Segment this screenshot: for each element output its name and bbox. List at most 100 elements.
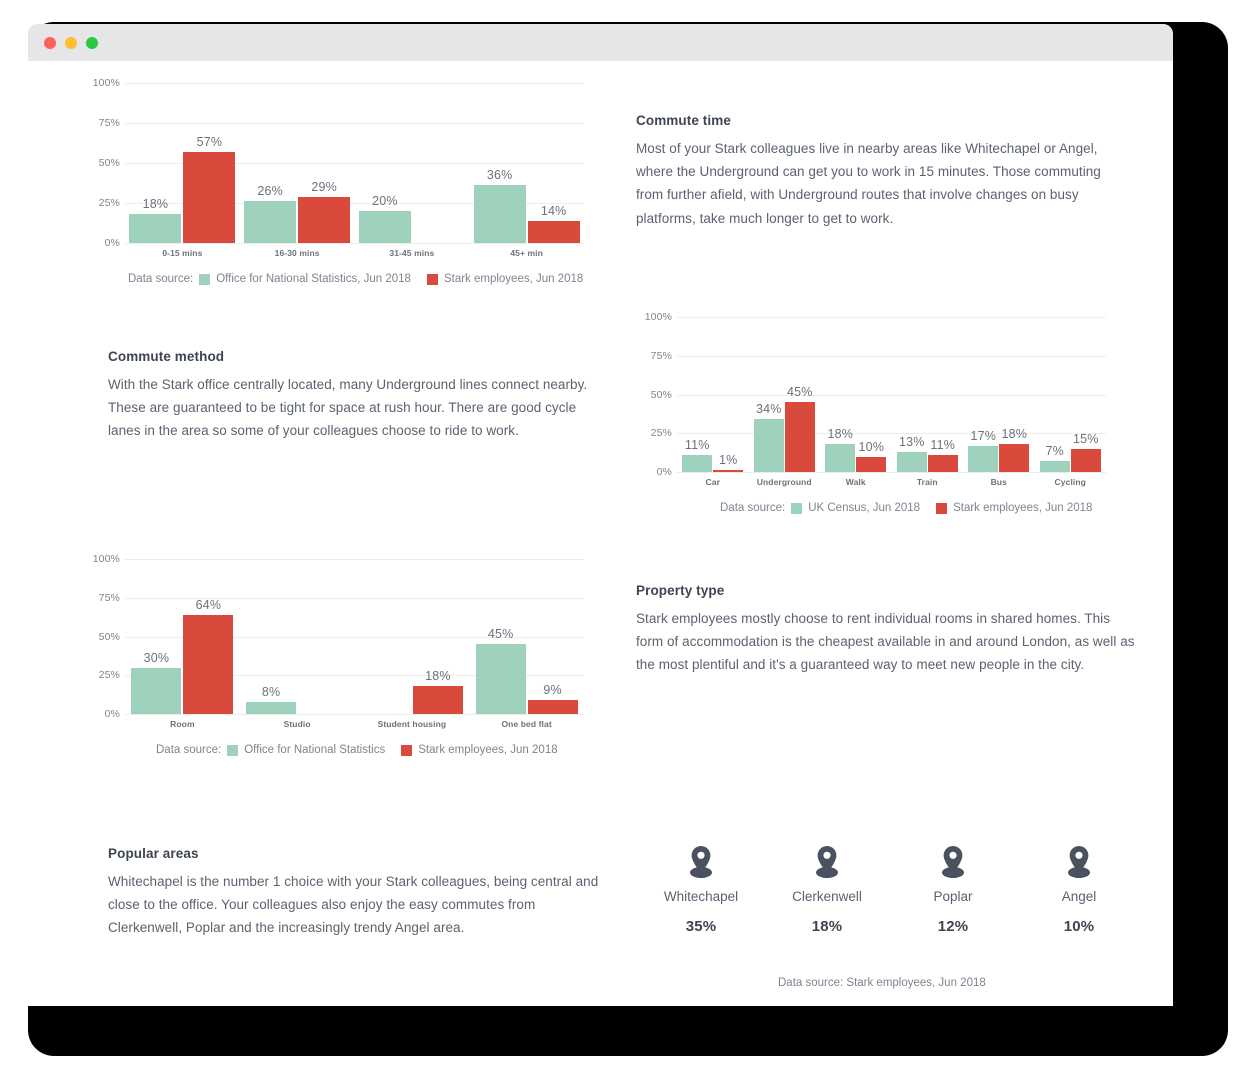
popular-area-value: 10% <box>1063 918 1095 935</box>
bar-series1 <box>896 451 927 472</box>
bar-value-label: 18% <box>425 669 451 684</box>
commute-time-text: Commute time Most of your Stark colleagu… <box>636 113 1126 230</box>
plot-area: 11% 1% 34% 45% 18% 10% 13% 11% 17% 18% 7% 15% <box>677 317 1106 472</box>
commute-method-body: With the Stark office centrally located,… <box>108 377 588 439</box>
popular-area-name: Angel <box>1061 889 1097 904</box>
bar-value-label: 9% <box>543 683 562 698</box>
popular-area-value: 18% <box>811 918 843 935</box>
y-axis-tick: 25% <box>650 427 672 440</box>
bar-value-label: 29% <box>311 179 337 194</box>
popular-areas-title: Popular areas <box>108 846 199 861</box>
bar-series2 <box>527 220 580 243</box>
bar-series2 <box>527 700 578 714</box>
bar-value-label: 34% <box>755 402 782 417</box>
bar-series1 <box>244 201 297 243</box>
bar-series1 <box>131 667 182 714</box>
bar-series1 <box>968 445 999 472</box>
x-axis-tick: 16-30 mins <box>274 248 320 258</box>
bar-value-label: 64% <box>195 597 222 612</box>
x-axis-tick: Walk <box>845 477 866 487</box>
y-axis-tick: 75% <box>98 591 120 604</box>
property-type-chart: 0% 25% 50% 75% 100% 30% 64% 8% 18% 45% 9% Room Stud… <box>84 553 584 756</box>
legend-item[interactable]: Stark employees, Jun 2018 <box>936 502 1092 514</box>
bar-value-label: 8% <box>261 684 281 699</box>
legend-item[interactable]: UK Census, Jun 2018 <box>791 502 920 514</box>
commute-method-title: Commute method <box>108 349 225 364</box>
popular-area-cell: Angel 10% <box>1016 841 1142 935</box>
bar-value-label: 10% <box>858 439 885 454</box>
bar-series1 <box>246 701 297 714</box>
x-axis-tick: Room <box>170 719 195 729</box>
popular-areas-body: Whitechapel is the number 1 choice with … <box>108 874 599 936</box>
legend-label: Stark employees, Jun 2018 <box>418 744 558 756</box>
bar-series2 <box>1070 448 1101 472</box>
bar-value-label: 18% <box>1001 427 1028 442</box>
maximize-button[interactable] <box>86 36 98 49</box>
y-axis-tick: 100% <box>92 77 120 89</box>
bar-series1 <box>753 419 784 472</box>
property-type-body: Stark employees mostly choose to rent in… <box>636 611 1135 673</box>
popular-area-name: Whitechapel <box>663 889 739 904</box>
browser-window: 0% 25% 50% 75% 100% 18% 57% 26% 29% 20% 36% 14% 0-1… <box>28 24 1173 1006</box>
bar-series2 <box>927 454 958 472</box>
popular-area-cell: Whitechapel 35% <box>638 841 764 935</box>
popular-areas-text: Popular areas Whitechapel is the number … <box>108 846 608 940</box>
y-axis-tick: 75% <box>650 349 672 362</box>
bar-series1 <box>358 211 411 243</box>
x-axis-tick: Train <box>916 477 938 487</box>
map-pin-icon <box>764 841 890 883</box>
popular-area-value: 12% <box>937 918 969 935</box>
legend-item[interactable]: Office for National Statistics, Jun 2018 <box>199 273 411 285</box>
property-type-text: Property type Stark employees mostly cho… <box>636 583 1136 677</box>
y-axis-tick: 50% <box>98 157 120 169</box>
y-axis-tick: 75% <box>98 117 120 129</box>
y-axis-tick: 100% <box>644 311 672 323</box>
legend-swatch <box>426 273 438 285</box>
x-axis-tick: One bed flat <box>501 719 552 729</box>
commute-time-body: Most of your Stark colleagues live in ne… <box>636 141 1101 226</box>
legend-label: UK Census, Jun 2018 <box>808 502 921 514</box>
y-axis-tick: 25% <box>98 669 120 682</box>
legend-item[interactable]: Stark employees, Jun 2018 <box>401 744 558 756</box>
bar-value-label: 13% <box>898 434 925 449</box>
y-axis-tick: 50% <box>650 388 672 401</box>
map-pin-icon <box>638 841 764 883</box>
bar-value-label: 36% <box>486 168 513 183</box>
legend-label: Office for National Statistics <box>244 744 386 756</box>
bar-series1 <box>1039 461 1070 472</box>
bar-series2 <box>412 686 463 714</box>
bar-value-label: 57% <box>196 134 223 149</box>
legend-swatch <box>199 273 211 285</box>
property-type-title: Property type <box>636 583 725 598</box>
bar-value-label: 14% <box>540 203 567 218</box>
y-axis-tick: 50% <box>98 630 120 643</box>
legend-prefix: Data source: <box>156 744 222 756</box>
x-axis-tick: Bus <box>990 477 1007 487</box>
bar-value-label: 30% <box>143 650 170 665</box>
bar-series1 <box>682 454 713 472</box>
pins-data-source: Data source: Stark employees, Jun 2018 <box>778 977 986 989</box>
legend-item[interactable]: Office for National Statistics <box>227 744 385 756</box>
bar-value-label: 17% <box>970 428 997 443</box>
plot-area: 18% 57% 26% 29% 20% 36% 14% <box>125 83 584 243</box>
bar-value-label: 1% <box>719 453 738 468</box>
bar-value-label: 15% <box>1072 431 1099 446</box>
commute-method-chart: 0% 25% 50% 75% 100% 11% 1% 34% 45% 18% 10% 13% 11% 17… <box>636 311 1106 514</box>
x-axis-tick: Cycling <box>1054 477 1086 487</box>
legend-label: Stark employees, Jun 2018 <box>443 273 584 285</box>
legend-swatch <box>791 502 803 514</box>
close-button[interactable] <box>44 36 56 49</box>
bar-series1 <box>473 185 526 243</box>
popular-area-name: Clerkenwell <box>792 889 862 904</box>
bar-value-label: 18% <box>827 427 854 442</box>
legend-swatch <box>227 744 239 756</box>
map-pin-icon <box>890 841 1016 883</box>
bar-series2 <box>183 151 236 243</box>
legend-item[interactable]: Stark employees, Jun 2018 <box>426 273 584 285</box>
window-titlebar <box>28 24 1173 61</box>
legend-prefix: Data source: <box>128 273 194 285</box>
minimize-button[interactable] <box>65 36 77 49</box>
legend-prefix: Data source: <box>720 502 786 514</box>
commute-method-text: Commute method With the Stark office cen… <box>108 349 590 443</box>
x-axis-tick: 31-45 mins <box>389 248 435 258</box>
